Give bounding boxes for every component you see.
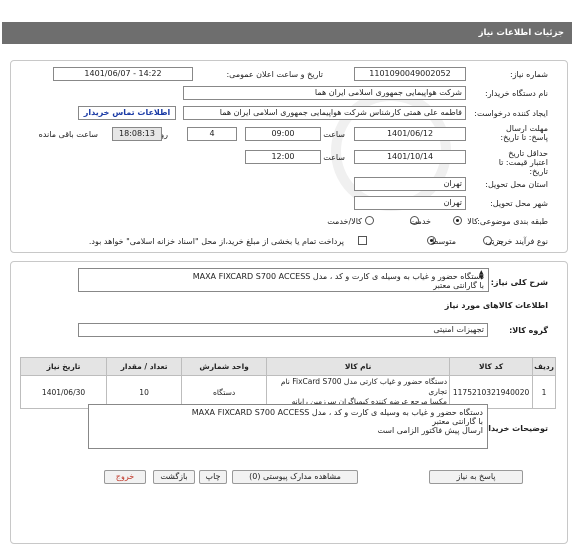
view-attachments-button[interactable]: مشاهده مدارک پیوستی (0) [232,470,358,484]
col-row: ردیف [532,357,556,376]
buyer-label: نام دستگاه خریدار: [485,89,548,98]
city-field[interactable]: تهران [354,196,466,210]
creator-field[interactable]: فاطمه علی همتی کارشناس شرکت هواپیمایی جم… [183,106,466,120]
deadline-date-field[interactable]: 1401/06/12 [354,127,466,141]
goods-group-field[interactable]: تجهیزات امنیتی [78,323,488,337]
province-label: استان محل تحویل: [485,180,548,189]
col-unit: واحد شمارش [181,357,268,376]
print-button[interactable]: چاپ [199,470,227,484]
contact-buyer-link[interactable]: اطلاعات تماس خریدار [78,106,176,120]
announce-field[interactable]: 1401/06/07 - 14:22 [53,67,193,81]
goods-table: ردیف کد کالا نام کالا واحد شمارش تعداد /… [19,357,556,409]
cell-row: 1 [532,375,556,409]
window-title: جزئیات اطلاعات نیاز [2,22,572,44]
col-date: تاریخ نیاز [19,357,108,376]
category-option-service: خدمت [409,217,431,226]
treasury-payment-note: پرداخت تمام یا بخشی از مبلغ خرید،از محل … [88,237,344,246]
category-label: طبقه بندی موضوعی: [477,217,548,226]
creator-label: ایجاد کننده درخواست: [474,109,548,118]
cell-name-line-1: دستگاه حضور و غیاب کارتی مدل FixCard S70… [280,377,448,396]
category-radio-goods[interactable] [453,216,462,225]
validity-time-label: ساعت [323,153,345,162]
buyer-notes-line-3: ارسال پیش فاکتور الزامی است [377,426,483,435]
col-name: نام کالا [266,357,451,376]
remaining-label: ساعت باقی مانده [38,130,98,139]
reply-button[interactable]: پاسخ به نیاز [429,470,523,484]
description-textarea[interactable]: دستگاه حضور و غیاب به وسیله ی کارت و کد … [78,268,489,292]
process-option-minor: جزیی [485,237,504,246]
validity-date-field[interactable]: 1401/10/14 [354,150,466,164]
goods-group-label: گروه کالا: [509,326,548,335]
buyer-notes-textarea[interactable]: دستگاه حضور و غیاب به وسیله ی کارت و کد … [88,404,488,449]
remaining-time-field: 18:08:13 [112,127,162,141]
province-field[interactable]: تهران [354,177,466,191]
buyer-notes-line-2: با گارانتی معتبر [432,417,483,426]
resize-handle-icon[interactable]: ▲ ▼ [479,270,484,281]
process-option-medium: متوسط [430,237,456,246]
announce-label: تاریخ و ساعت اعلان عمومی: [226,70,323,79]
buyer-notes-label: توضیحات خریدار: [480,424,548,433]
goods-info-title: اطلاعات کالاهای مورد نیاز [444,301,548,310]
treasury-payment-checkbox[interactable] [358,236,367,245]
validity-time-field[interactable]: 12:00 [245,150,321,164]
city-label: شهر محل تحویل: [490,199,548,208]
deadline-label: مهلت ارسال پاسخ: تا تاریخ: [500,124,548,142]
col-qty: تعداد / مقدار [106,357,183,376]
validity-label: حداقل تاریخ اعتبار قیمت: تا تاریخ: [498,149,548,176]
category-radio-both[interactable] [365,216,374,225]
col-code: کد کالا [449,357,534,376]
buyer-field[interactable]: شرکت هواپیمایی جمهوری اسلامی ایران هما [183,86,466,100]
days-field[interactable]: 4 [187,127,237,141]
description-line-2: با گارانتی معتبر [433,281,484,290]
table-header-row: ردیف کد کالا نام کالا واحد شمارش تعداد /… [19,357,556,376]
deadline-time-label: ساعت [323,130,345,139]
need-number-field[interactable]: 1101090049002052 [354,67,466,81]
deadline-time-field[interactable]: 09:00 [245,127,321,141]
description-label: شرح کلی نیاز: [490,278,548,287]
need-number-label: شماره نیاز: [510,70,548,79]
exit-button[interactable]: خروج [104,470,146,484]
category-option-both: کالا/خدمت [327,217,362,226]
category-option-goods: کالا [467,217,478,226]
description-line-1: دستگاه حضور و غیاب به وسیله ی کارت و کد … [192,272,484,281]
buyer-notes-line-1: دستگاه حضور و غیاب به وسیله ی کارت و کد … [191,408,483,417]
back-button[interactable]: بازگشت [153,470,195,484]
